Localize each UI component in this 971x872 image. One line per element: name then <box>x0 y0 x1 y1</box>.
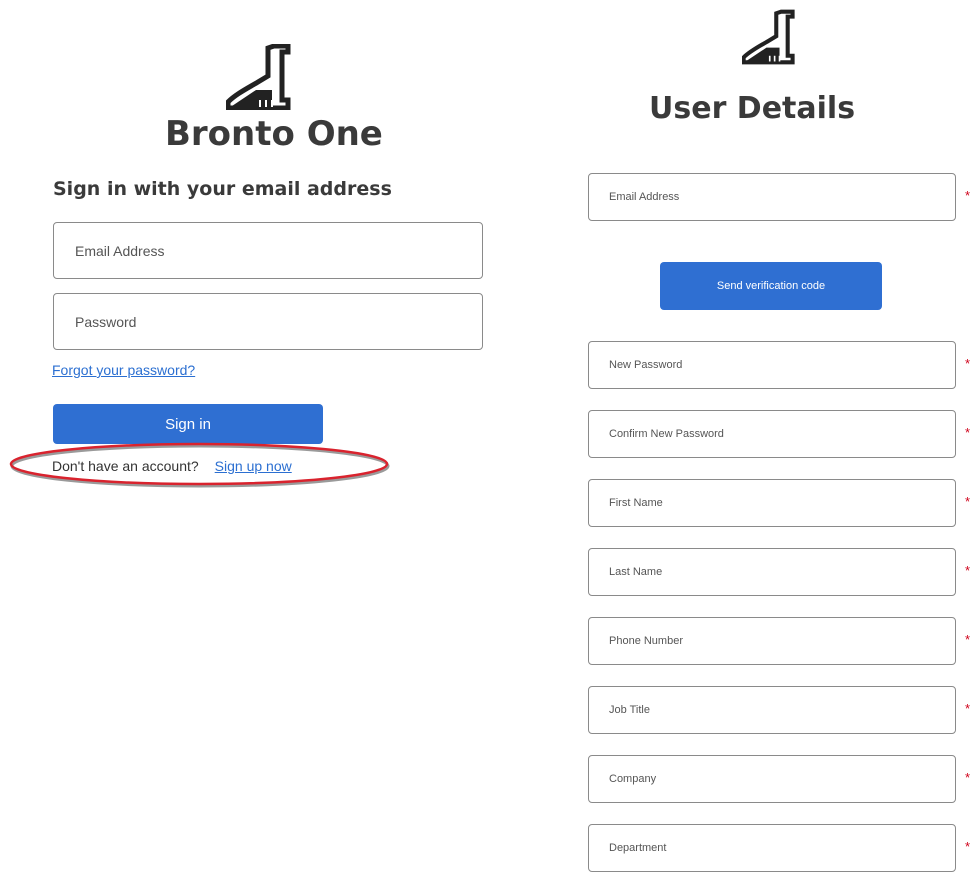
required-marker: * <box>965 563 971 578</box>
signin-button[interactable]: Sign in <box>53 404 323 444</box>
company-field[interactable] <box>588 755 956 803</box>
phone-number-field[interactable] <box>588 617 956 665</box>
required-marker: * <box>965 701 971 716</box>
brontosaurus-logo-icon <box>742 8 804 66</box>
required-marker: * <box>965 632 971 647</box>
signin-panel: Bronto One Sign in with your email addre… <box>0 0 520 865</box>
job-title-field[interactable] <box>588 686 956 734</box>
required-marker: * <box>965 494 971 509</box>
signup-link[interactable]: Sign up now <box>215 458 292 474</box>
send-verification-code-button[interactable]: Send verification code <box>660 262 882 310</box>
last-name-field[interactable] <box>588 548 956 596</box>
required-marker: * <box>965 839 971 854</box>
signup-panel: User Details * Send verification code * … <box>560 0 971 872</box>
page-title: User Details <box>649 91 856 126</box>
required-marker: * <box>965 770 971 785</box>
forgot-password-link[interactable]: Forgot your password? <box>52 362 195 378</box>
signup-prompt: Don't have an account? Sign up now <box>52 458 292 474</box>
new-password-field[interactable] <box>588 341 956 389</box>
no-account-text: Don't have an account? <box>52 458 199 474</box>
page-title: Bronto One <box>165 114 383 154</box>
email-field[interactable] <box>588 173 956 221</box>
first-name-field[interactable] <box>588 479 956 527</box>
required-marker: * <box>965 425 971 440</box>
confirm-password-field[interactable] <box>588 410 956 458</box>
required-marker: * <box>965 356 971 371</box>
email-field[interactable] <box>53 222 483 279</box>
password-field[interactable] <box>53 293 483 350</box>
required-marker: * <box>965 188 971 203</box>
signin-subtitle: Sign in with your email address <box>53 178 392 200</box>
brontosaurus-logo-icon <box>226 44 302 110</box>
